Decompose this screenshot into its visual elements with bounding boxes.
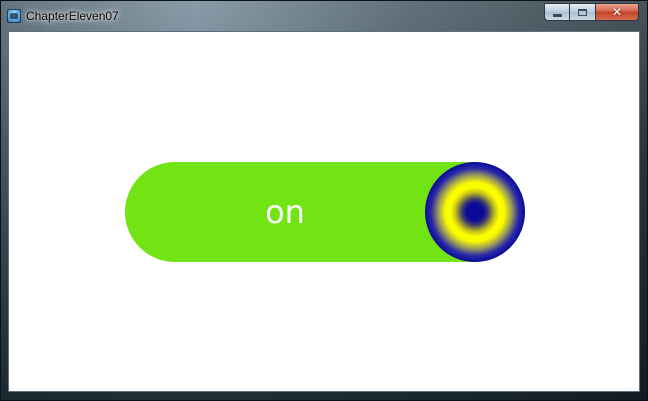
toggle-knob[interactable] (425, 162, 525, 262)
maximize-button[interactable] (570, 3, 596, 21)
title-bar[interactable]: ChapterEleven07 ✕ (1, 1, 647, 31)
close-icon: ✕ (611, 5, 623, 19)
client-area: on (8, 31, 640, 392)
close-button[interactable]: ✕ (596, 3, 639, 21)
maximize-icon (578, 8, 587, 16)
app-icon[interactable] (7, 9, 21, 23)
window-title: ChapterEleven07 (26, 9, 119, 23)
minimize-icon (552, 13, 562, 17)
minimize-button[interactable] (544, 3, 570, 21)
window-controls: ✕ (544, 3, 639, 21)
toggle-label: on (265, 193, 305, 231)
toggle-switch[interactable]: on (125, 162, 525, 262)
app-window: ChapterEleven07 ✕ on (0, 0, 648, 401)
